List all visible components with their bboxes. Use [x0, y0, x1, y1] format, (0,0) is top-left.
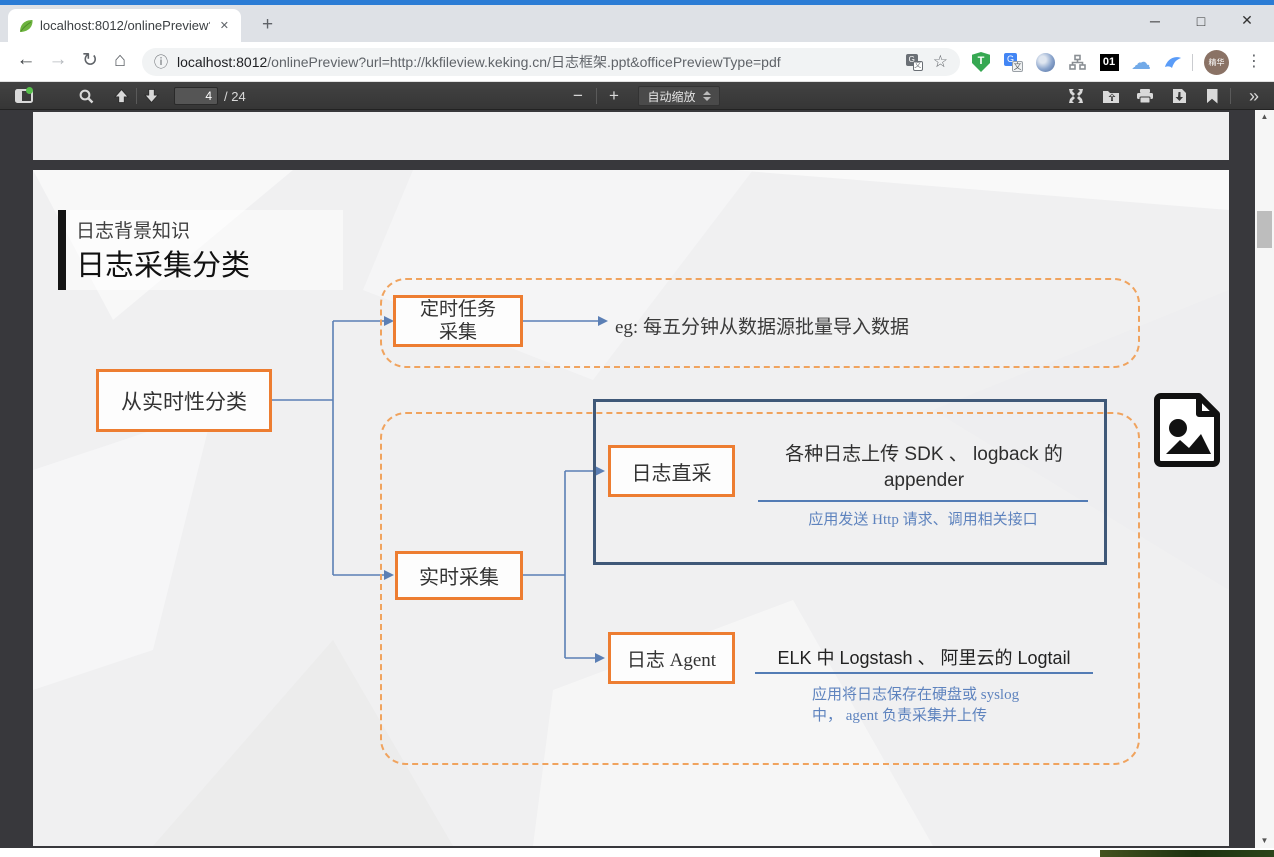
desktop-wallpaper-fragment: [1100, 850, 1274, 857]
home-icon[interactable]: ⌂: [106, 49, 134, 72]
translate-page-icon[interactable]: G 文: [906, 54, 923, 71]
ext-google-translate-icon[interactable]: G 文: [1002, 51, 1024, 73]
previous-page-icon[interactable]: [108, 82, 134, 110]
root-classification-box: 从实时性分类: [96, 369, 272, 432]
spring-leaf-favicon: [18, 18, 34, 34]
sidebar-notification-dot: [26, 87, 33, 94]
page-info-icon[interactable]: ⓘ: [154, 52, 168, 72]
more-tools-icon[interactable]: »: [1240, 82, 1268, 110]
pdf-page-4: 日志背景知识 日志采集分类: [33, 170, 1229, 846]
browser-titlebar: localhost:8012/onlinePreview? ✕ + ─ □ ✕: [0, 5, 1274, 42]
zoom-select[interactable]: 自动缩放: [634, 82, 724, 110]
direct-note: 应用发送 Http 请求、调用相关接口: [733, 508, 1113, 529]
url-path: /onlinePreview?url=http://kkfileview.kek…: [267, 54, 780, 70]
bookmark-star-icon[interactable]: ☆: [933, 52, 948, 72]
broken-image-icon: [1153, 392, 1223, 468]
dropdown-spinner-icon: [703, 91, 711, 101]
scroll-down-icon[interactable]: ▼: [1255, 834, 1274, 848]
ext-cloud-icon[interactable]: ☁: [1130, 51, 1152, 73]
direct-collect-description: 各种日志上传 SDK 、 logback 的 appender: [738, 442, 1110, 494]
sidebar-toggle-icon[interactable]: [10, 82, 38, 110]
reload-icon[interactable]: ↻: [76, 49, 104, 72]
zoom-select-label: 自动缩放: [647, 88, 695, 105]
timed-example-text: eg: 每五分钟从数据源批量导入数据: [615, 312, 909, 339]
back-icon[interactable]: ←: [12, 49, 40, 71]
previous-page-bottom: [33, 112, 1229, 160]
page-count-label: / 24: [224, 82, 264, 110]
toolbar-separator: [136, 88, 137, 104]
presentation-mode-icon[interactable]: [1062, 82, 1090, 110]
maximize-button[interactable]: □: [1178, 13, 1224, 29]
url-text[interactable]: localhost:8012/onlinePreview?url=http://…: [177, 52, 896, 72]
profile-avatar[interactable]: 精华: [1204, 50, 1229, 75]
right-separator: [1230, 88, 1231, 104]
browser-window: localhost:8012/onlinePreview? ✕ + ─ □ ✕ …: [0, 0, 1274, 857]
agent-description: ELK 中 Logstash 、 阿里云的 Logtail: [749, 644, 1099, 670]
extension-separator: [1192, 54, 1193, 71]
browser-tab[interactable]: localhost:8012/onlinePreview? ✕: [8, 9, 241, 42]
ext-01-badge-icon[interactable]: 01: [1098, 51, 1120, 73]
scroll-up-icon[interactable]: ▲: [1255, 110, 1274, 124]
open-file-icon[interactable]: [1096, 82, 1126, 110]
window-bottom-strip: [0, 848, 1274, 857]
forward-icon[interactable]: →: [44, 49, 72, 71]
zoom-separator: [596, 88, 597, 104]
minimize-button[interactable]: ─: [1132, 13, 1178, 29]
slide-title: 日志采集分类: [76, 242, 250, 284]
url-host: localhost:8012: [177, 54, 267, 70]
scrollbar-thumb[interactable]: [1257, 211, 1272, 248]
ext-bird-icon[interactable]: [1162, 51, 1184, 73]
next-page-icon[interactable]: [138, 82, 164, 110]
print-icon[interactable]: [1130, 82, 1160, 110]
log-agent-box: 日志 Agent: [608, 632, 735, 684]
ext-adblock-shield-icon[interactable]: T: [970, 51, 992, 73]
title-accent-bar: [58, 210, 66, 290]
download-icon[interactable]: [1164, 82, 1194, 110]
pdf-viewer[interactable]: 日志背景知识 日志采集分类: [0, 110, 1274, 848]
ext-sitemap-icon[interactable]: [1066, 51, 1088, 73]
new-tab-button[interactable]: +: [254, 14, 281, 36]
page-number-field[interactable]: [172, 82, 220, 110]
direct-underline: [758, 500, 1088, 502]
bookmark-icon[interactable]: [1200, 82, 1224, 110]
tab-title: localhost:8012/onlinePreview?: [40, 18, 210, 33]
close-button[interactable]: ✕: [1224, 12, 1270, 29]
direct-collect-box: 日志直采: [608, 445, 735, 497]
agent-underline: [755, 672, 1093, 674]
scrollbar[interactable]: ▲ ▼: [1255, 110, 1274, 848]
agent-note: 应用将日志保存在硬盘或 syslog 中， agent 负责采集并上传: [812, 685, 1112, 727]
timed-task-box: 定时任务 采集: [393, 295, 523, 347]
browser-toolbar: ← → ↻ ⌂ ⓘ localhost:8012/onlinePreview?u…: [0, 42, 1274, 82]
tab-close-icon[interactable]: ✕: [216, 17, 233, 34]
zoom-out-icon[interactable]: −: [566, 82, 590, 110]
slide-kicker: 日志背景知识: [76, 216, 190, 243]
realtime-collect-box: 实时采集: [395, 551, 523, 600]
chrome-menu-icon[interactable]: ⋮: [1246, 51, 1262, 71]
zoom-in-icon[interactable]: +: [602, 82, 626, 110]
ext-circle-icon[interactable]: [1034, 51, 1056, 73]
pdf-toolbar: / 24 − + 自动缩放 »: [0, 82, 1274, 110]
search-icon[interactable]: [72, 82, 100, 110]
window-controls: ─ □ ✕: [1132, 12, 1270, 29]
address-bar[interactable]: ⓘ localhost:8012/onlinePreview?url=http:…: [142, 48, 960, 76]
